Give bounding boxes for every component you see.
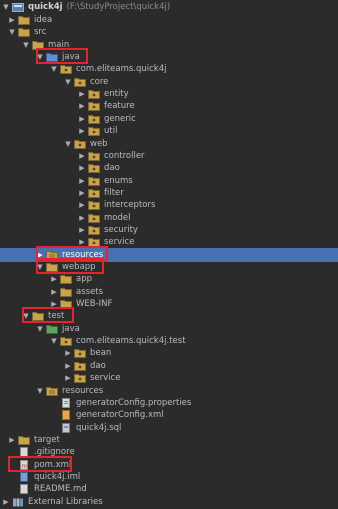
package-icon xyxy=(88,114,100,124)
tree-item-app[interactable]: ▶ app xyxy=(0,272,338,286)
folder-icon xyxy=(18,435,30,445)
package-icon xyxy=(74,348,86,358)
chevron-right-icon[interactable]: ▶ xyxy=(64,371,72,385)
tree-item-label: External Libraries xyxy=(28,497,103,507)
package-icon xyxy=(88,225,100,235)
source-folder-icon xyxy=(46,52,58,62)
package-icon xyxy=(60,64,72,74)
root-name: quick4j xyxy=(28,2,63,12)
project-tree: ▼ quick4j (F:\StudyProject\quick4j) ▶ ide… xyxy=(0,0,338,507)
tree-item-external-libraries[interactable]: ▶ External Libraries xyxy=(0,495,338,509)
tree-root-quick4j[interactable]: ▼ quick4j (F:\StudyProject\quick4j) xyxy=(0,0,338,14)
iml-file-icon xyxy=(18,472,30,482)
tree-item-label: util xyxy=(104,126,118,136)
chevron-down-icon[interactable]: ▼ xyxy=(22,309,30,323)
package-icon xyxy=(88,188,100,198)
tree-item-label: generatorConfig.xml xyxy=(76,410,164,420)
tree-item-generatorconfig-xml[interactable]: generatorConfig.xml xyxy=(0,408,338,422)
tree-item-src[interactable]: ▼ src xyxy=(0,25,338,39)
tree-item-label: service xyxy=(104,237,135,247)
folder-icon xyxy=(60,274,72,284)
package-icon xyxy=(88,213,100,223)
tree-item-util[interactable]: ▶ util xyxy=(0,124,338,138)
folder-icon xyxy=(60,299,72,309)
package-icon xyxy=(88,101,100,111)
tree-item-label: service xyxy=(90,373,121,383)
chevron-right-icon[interactable]: ▶ xyxy=(2,495,10,509)
chevron-right-icon[interactable]: ▶ xyxy=(78,198,86,212)
package-icon xyxy=(74,139,86,149)
tree-item-label: com.eliteams.quick4j xyxy=(76,64,167,74)
tree-item-interceptors[interactable]: ▶ interceptors xyxy=(0,198,338,212)
sql-file-icon xyxy=(60,423,72,433)
chevron-down-icon[interactable]: ▼ xyxy=(50,62,58,76)
package-icon xyxy=(88,200,100,210)
package-icon xyxy=(74,77,86,87)
folder-icon xyxy=(60,287,72,297)
folder-icon xyxy=(18,27,30,37)
tree-item-service[interactable]: ▶ service xyxy=(0,235,338,249)
maven-file-icon: m xyxy=(18,460,30,470)
xml-file-icon xyxy=(60,410,72,420)
folder-icon xyxy=(46,262,58,272)
folder-icon xyxy=(18,15,30,25)
package-icon xyxy=(74,361,86,371)
tree-item-label: interceptors xyxy=(104,200,156,210)
package-icon xyxy=(88,176,100,186)
text-file-icon xyxy=(18,447,30,457)
test-source-folder-icon xyxy=(46,324,58,334)
chevron-right-icon[interactable]: ▶ xyxy=(78,99,86,113)
tree-item-label: bean xyxy=(90,348,112,358)
chevron-right-icon[interactable]: ▶ xyxy=(78,161,86,175)
chevron-down-icon[interactable]: ▼ xyxy=(2,0,10,14)
package-icon xyxy=(88,237,100,247)
tree-item-label: .gitignore xyxy=(34,447,75,457)
package-icon xyxy=(74,373,86,383)
tree-item-feature[interactable]: ▶ feature xyxy=(0,99,338,113)
tree-item-dao[interactable]: ▶ dao xyxy=(0,161,338,175)
package-icon xyxy=(88,89,100,99)
tree-item-label: test xyxy=(48,311,65,321)
chevron-right-icon[interactable]: ▶ xyxy=(64,346,72,360)
tree-item-readme-md[interactable]: README.md xyxy=(0,482,338,496)
chevron-right-icon[interactable]: ▶ xyxy=(78,124,86,138)
tree-item-com-eliteams-quick4j[interactable]: ▼ com.eliteams.quick4j xyxy=(0,62,338,76)
module-icon xyxy=(12,2,24,12)
tree-item-service[interactable]: ▶ service xyxy=(0,371,338,385)
tree-item-label: feature xyxy=(104,101,135,111)
package-icon xyxy=(60,336,72,346)
resources-folder-icon xyxy=(46,386,58,396)
resources-folder-icon xyxy=(46,250,58,260)
svg-text:m: m xyxy=(21,463,27,470)
tree-item-label: dao xyxy=(104,163,120,173)
library-icon xyxy=(12,497,24,507)
tree-item-label: README.md xyxy=(34,484,87,494)
folder-icon xyxy=(32,311,44,321)
chevron-right-icon[interactable]: ▶ xyxy=(78,235,86,249)
tree-item-label: src xyxy=(34,27,47,37)
root-path: (F:\StudyProject\quick4j) xyxy=(66,2,171,12)
tree-item-bean[interactable]: ▶ bean xyxy=(0,346,338,360)
tree-item-test[interactable]: ▼ test xyxy=(0,309,338,323)
folder-icon xyxy=(32,40,44,50)
tree-item-label: app xyxy=(76,274,92,284)
text-file-icon xyxy=(18,484,30,494)
properties-file-icon xyxy=(60,398,72,408)
package-icon xyxy=(88,126,100,136)
package-icon xyxy=(88,151,100,161)
tree-item-gitignore[interactable]: .gitignore xyxy=(0,445,338,459)
chevron-right-icon[interactable]: ▶ xyxy=(50,272,58,286)
package-icon xyxy=(88,163,100,173)
chevron-down-icon[interactable]: ▼ xyxy=(8,25,16,39)
